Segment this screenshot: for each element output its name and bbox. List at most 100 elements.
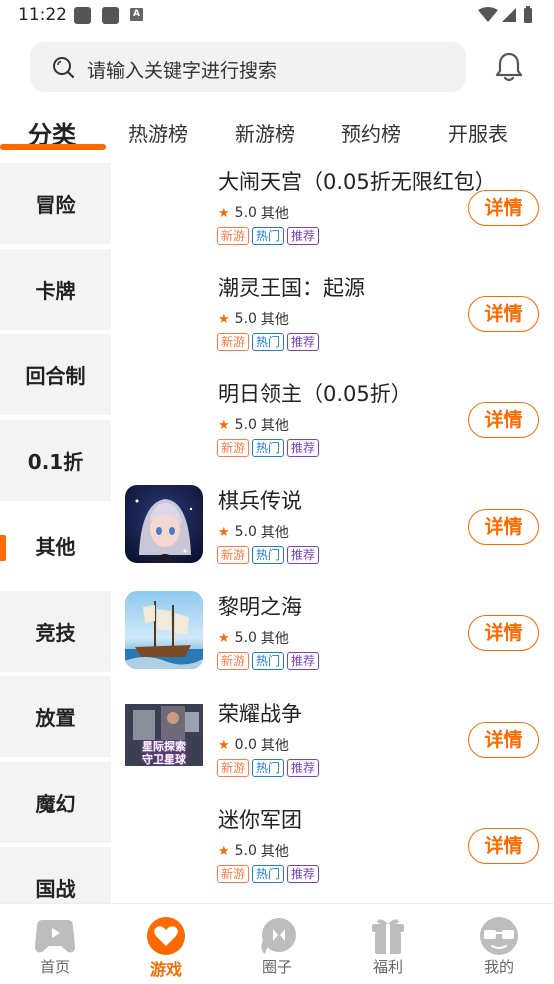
sidebar-item-adventure[interactable]: 冒险 [0, 163, 111, 244]
sidebar-item-idle[interactable]: 放置 [0, 676, 111, 757]
tag-new: 新游 [217, 227, 250, 245]
tag-recommend: 推荐 [287, 439, 320, 457]
sidebar-item-card[interactable]: 卡牌 [0, 249, 111, 330]
nav-label: 游戏 [149, 960, 182, 979]
game-icon: 星际探索 守卫星球 [125, 704, 203, 766]
notification-icon [102, 7, 119, 24]
game-list-item[interactable]: 潮灵王国：起源 ★ 5.0 其他 新游 热门 推荐 详情 [111, 272, 554, 378]
game-tags: 新游 热门 推荐 [217, 759, 322, 777]
nav-profile[interactable]: 我的 [444, 904, 554, 984]
nav-label: 首页 [39, 958, 70, 976]
game-rating: ★ 0.0 其他 [218, 737, 289, 754]
star-icon: ★ [218, 524, 230, 540]
game-tags: 新游 热门 推荐 [217, 333, 322, 351]
game-tags: 新游 热门 推荐 [217, 546, 322, 564]
game-rating: ★ 5.0 其他 [218, 205, 289, 222]
game-name: 大闹天宫（0.05折无限红包） [218, 170, 496, 194]
detail-button[interactable]: 详情 [468, 402, 539, 438]
game-name: 荣耀战争 [218, 702, 302, 726]
game-rating: ★ 5.0 其他 [218, 311, 289, 328]
tab-server-schedule[interactable]: 开服表 [448, 118, 508, 147]
tab-new-chart[interactable]: 新游榜 [235, 118, 295, 147]
status-time: 11:22 [18, 5, 67, 25]
game-rating: ★ 5.0 其他 [218, 524, 289, 541]
game-list-item[interactable]: 黎明之海 ★ 5.0 其他 新游 热门 推荐 详情 [111, 591, 554, 697]
game-icon [125, 485, 203, 563]
game-name: 黎明之海 [218, 595, 302, 619]
star-icon: ★ [218, 843, 230, 859]
tag-recommend: 推荐 [287, 333, 320, 351]
detail-button[interactable]: 详情 [468, 828, 539, 864]
nav-label: 圈子 [261, 958, 292, 976]
bottom-nav: 首页 游戏 圈子 福利 我的 [0, 903, 554, 984]
detail-button[interactable]: 详情 [468, 190, 539, 226]
search-bar[interactable]: 请输入关键字进行搜索 [30, 42, 466, 92]
signal-battery-icon [478, 6, 532, 23]
game-list-item[interactable]: 大闹天宫（0.05折无限红包） ★ 5.0 其他 新游 热门 推荐 详情 [111, 166, 554, 272]
game-tags: 新游 热门 推荐 [217, 227, 322, 245]
nav-home[interactable]: 首页 [0, 904, 110, 984]
game-list-item[interactable]: 明日领主（0.05折） ★ 5.0 其他 新游 热门 推荐 详情 [111, 378, 554, 484]
search-placeholder: 请输入关键字进行搜索 [87, 60, 278, 82]
active-indicator [0, 535, 6, 561]
detail-button[interactable]: 详情 [468, 722, 539, 758]
gamepad-icon [35, 920, 75, 953]
nav-circle[interactable]: 圈子 [222, 904, 332, 984]
sidebar-item-other[interactable]: 其他 [0, 505, 111, 586]
tag-hot: 热门 [252, 546, 285, 564]
tag-new: 新游 [217, 333, 250, 351]
category-sidebar: 冒险 卡牌 回合制 0.1折 其他 竞技 放置 魔幻 国战 [0, 163, 111, 903]
a-notification-icon: A [130, 8, 143, 21]
game-tags: 新游 热门 推荐 [217, 652, 322, 670]
search-icon [53, 57, 74, 78]
tag-new: 新游 [217, 652, 250, 670]
tag-new: 新游 [217, 865, 250, 883]
tag-hot: 热门 [252, 865, 285, 883]
heart-bubble-icon [147, 917, 185, 955]
bell-icon[interactable] [494, 51, 524, 83]
detail-button[interactable]: 详情 [468, 615, 539, 651]
chat-bubble-icon [261, 918, 296, 954]
tab-underline [0, 144, 106, 150]
sidebar-item-fantasy[interactable]: 魔幻 [0, 762, 111, 843]
game-rating: ★ 5.0 其他 [218, 843, 289, 860]
tag-hot: 热门 [252, 227, 285, 245]
nav-games[interactable]: 游戏 [111, 904, 221, 984]
status-bar: 11:22 A [0, 0, 554, 32]
game-tags: 新游 热门 推荐 [217, 439, 322, 457]
game-rating: ★ 5.0 其他 [218, 417, 289, 434]
tag-hot: 热门 [252, 652, 285, 670]
sunglasses-face-icon [480, 917, 518, 955]
nav-label: 福利 [372, 958, 403, 976]
detail-button[interactable]: 详情 [468, 296, 539, 332]
sidebar-item-turn-based[interactable]: 回合制 [0, 334, 111, 415]
sidebar-item-competitive[interactable]: 竞技 [0, 591, 111, 672]
game-list-item[interactable]: 棋兵传说 ★ 5.0 其他 新游 热门 推荐 详情 [111, 485, 554, 591]
game-name: 明日领主（0.05折） [218, 382, 412, 406]
game-icon [125, 591, 203, 669]
star-icon: ★ [218, 417, 230, 433]
tag-recommend: 推荐 [287, 227, 320, 245]
game-name: 棋兵传说 [218, 489, 302, 513]
detail-button[interactable]: 详情 [468, 509, 539, 545]
game-name: 迷你军团 [218, 808, 302, 832]
notification-icon [74, 7, 91, 24]
star-icon: ★ [218, 311, 230, 327]
tag-new: 新游 [217, 546, 250, 564]
tag-recommend: 推荐 [287, 546, 320, 564]
tag-new: 新游 [217, 759, 250, 777]
star-icon: ★ [218, 737, 230, 753]
tab-hot-chart[interactable]: 热游榜 [128, 118, 188, 147]
tag-hot: 热门 [252, 439, 285, 457]
game-list-item[interactable]: 迷你军团 ★ 5.0 其他 新游 热门 推荐 详情 [111, 804, 554, 910]
game-rating: ★ 5.0 其他 [218, 630, 289, 647]
game-name: 潮灵王国：起源 [218, 276, 365, 300]
star-icon: ★ [218, 205, 230, 221]
sidebar-item-discount[interactable]: 0.1折 [0, 420, 111, 501]
game-tags: 新游 热门 推荐 [217, 865, 322, 883]
game-list-item[interactable]: 星际探索 守卫星球 荣耀战争 ★ 0.0 其他 新游 热门 推荐 详情 [111, 698, 554, 804]
nav-welfare[interactable]: 福利 [333, 904, 443, 984]
gift-icon [372, 919, 404, 954]
tab-reserve-chart[interactable]: 预约榜 [341, 118, 401, 147]
sidebar-item-nation-war[interactable]: 国战 [0, 847, 111, 903]
